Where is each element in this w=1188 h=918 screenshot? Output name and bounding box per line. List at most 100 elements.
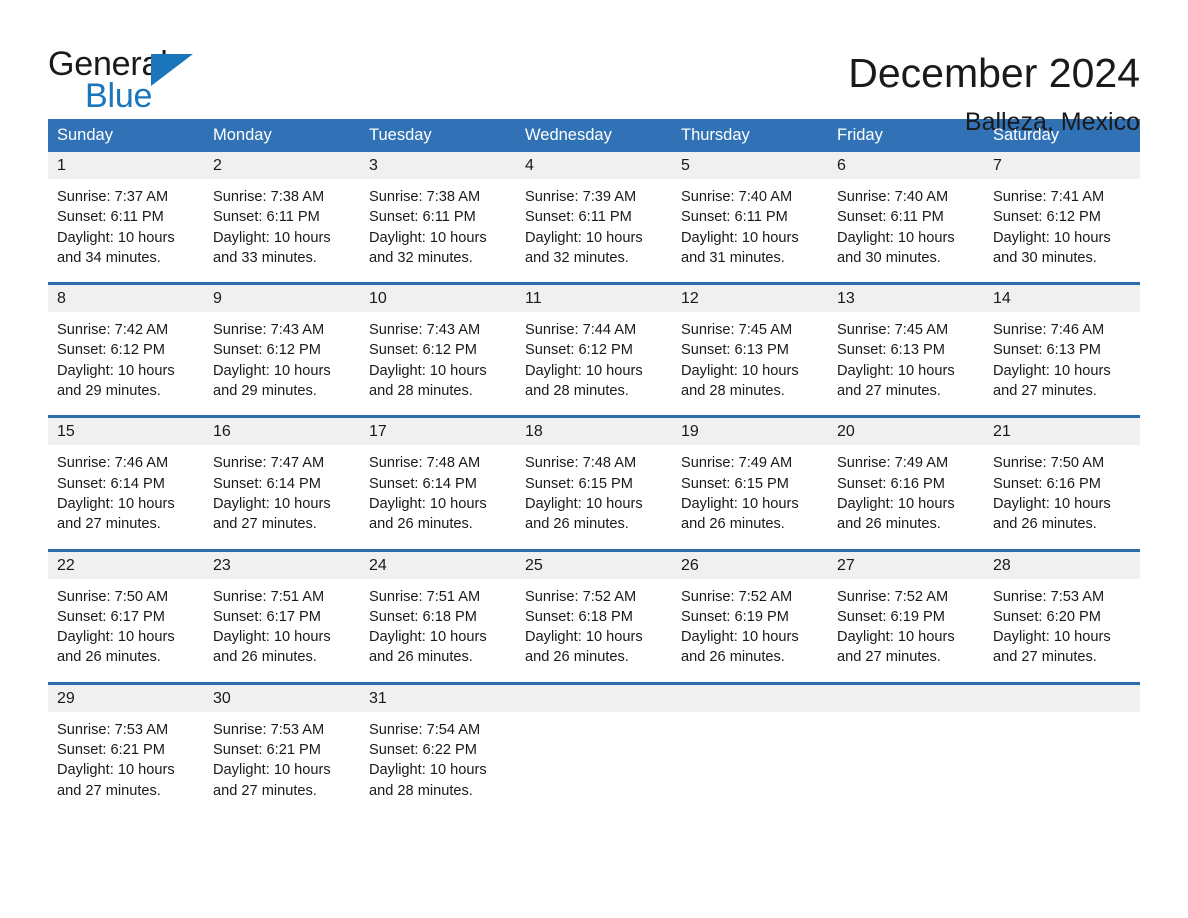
daylight-text-line2: and 32 minutes. — [525, 249, 629, 266]
sunrise-text: Sunrise: 7:52 AM — [681, 588, 793, 605]
day-details: Sunrise: 7:48 AM Sunset: 6:15 PM Daylight:… — [516, 445, 672, 534]
day-number-band: 2 — [204, 152, 360, 179]
calendar-day-cell[interactable]: 10 Sunrise: 7:43 AM Sunset: 6:12 PM Dayligh… — [360, 285, 516, 401]
calendar-day-cell[interactable]: 19 Sunrise: 7:49 AM Sunset: 6:15 PM Dayligh… — [672, 418, 828, 534]
day-number: 9 — [213, 290, 222, 308]
calendar-day-cell[interactable]: 11 Sunrise: 7:44 AM Sunset: 6:12 PM Dayligh… — [516, 285, 672, 401]
day-number-band: 14 — [984, 285, 1140, 313]
day-number-band: 21 — [984, 418, 1140, 446]
daylight-text-line2: and 27 minutes. — [837, 649, 941, 666]
day-number-band: 6 — [828, 152, 984, 179]
day-details: Sunrise: 7:49 AM Sunset: 6:15 PM Daylight:… — [672, 445, 828, 534]
day-details: Sunrise: 7:46 AM Sunset: 6:14 PM Daylight:… — [48, 445, 204, 534]
calendar-day-cell[interactable]: 28 Sunrise: 7:53 AM Sunset: 6:20 PM Dayligh… — [984, 551, 1140, 668]
calendar-day-cell[interactable]: 31 Sunrise: 7:54 AM Sunset: 6:22 PM Dayligh… — [360, 684, 516, 801]
calendar-day-cell[interactable]: 30 Sunrise: 7:53 AM Sunset: 6:21 PM Dayligh… — [204, 684, 360, 801]
calendar-day-cell[interactable]: 18 Sunrise: 7:48 AM Sunset: 6:15 PM Dayligh… — [516, 418, 672, 534]
calendar-day-cell[interactable]: 2 Sunrise: 7:38 AM Sunset: 6:11 PM Daylight… — [204, 152, 360, 268]
calendar-day-cell[interactable]: 22 Sunrise: 7:50 AM Sunset: 6:17 PM Dayligh… — [48, 551, 204, 668]
calendar-day-cell[interactable]: 13 Sunrise: 7:45 AM Sunset: 6:13 PM Dayligh… — [828, 285, 984, 401]
calendar-day-cell[interactable]: 17 Sunrise: 7:48 AM Sunset: 6:14 PM Dayligh… — [360, 418, 516, 534]
day-number-band: 7 — [984, 152, 1140, 179]
sunset-text: Sunset: 6:14 PM — [57, 475, 165, 492]
day-number: 28 — [993, 556, 1011, 574]
daylight-text-line1: Daylight: 10 hours — [993, 229, 1111, 246]
sunrise-text: Sunrise: 7:45 AM — [681, 322, 793, 339]
day-number: 23 — [213, 556, 231, 574]
day-number-band — [828, 684, 984, 712]
calendar-page: General Blue December 2024 Balleza, Mexi… — [0, 0, 1188, 918]
day-number-band: 30 — [204, 684, 360, 712]
calendar-day-cell[interactable]: 9 Sunrise: 7:43 AM Sunset: 6:12 PM Daylight… — [204, 285, 360, 401]
day-details: Sunrise: 7:40 AM Sunset: 6:11 PM Daylight:… — [828, 179, 984, 268]
daylight-text-line2: and 26 minutes. — [213, 649, 317, 666]
day-details: Sunrise: 7:53 AM Sunset: 6:21 PM Daylight:… — [48, 712, 204, 801]
calendar-day-cell[interactable]: 7 Sunrise: 7:41 AM Sunset: 6:12 PM Daylight… — [984, 152, 1140, 268]
calendar-day-cell[interactable]: 29 Sunrise: 7:53 AM Sunset: 6:21 PM Dayligh… — [48, 684, 204, 801]
calendar-day-cell[interactable]: 16 Sunrise: 7:47 AM Sunset: 6:14 PM Dayligh… — [204, 418, 360, 534]
calendar-day-cell[interactable]: 25 Sunrise: 7:52 AM Sunset: 6:18 PM Dayligh… — [516, 551, 672, 668]
day-number: 22 — [57, 556, 75, 574]
daylight-text-line2: and 26 minutes. — [525, 649, 629, 666]
day-details: Sunrise: 7:52 AM Sunset: 6:18 PM Daylight:… — [516, 579, 672, 668]
calendar-day-cell[interactable]: 5 Sunrise: 7:40 AM Sunset: 6:11 PM Daylight… — [672, 152, 828, 268]
day-number-band: 22 — [48, 551, 204, 579]
calendar-day-cell[interactable]: 4 Sunrise: 7:39 AM Sunset: 6:11 PM Daylight… — [516, 152, 672, 268]
sunset-text: Sunset: 6:21 PM — [213, 742, 321, 759]
calendar-day-cell[interactable]: 12 Sunrise: 7:45 AM Sunset: 6:13 PM Dayligh… — [672, 285, 828, 401]
day-number-band: 9 — [204, 285, 360, 313]
calendar-day-cell[interactable]: 1 Sunrise: 7:37 AM Sunset: 6:11 PM Daylight… — [48, 152, 204, 268]
calendar-day-cell[interactable]: 21 Sunrise: 7:50 AM Sunset: 6:16 PM Dayligh… — [984, 418, 1140, 534]
calendar-day-cell[interactable]: 6 Sunrise: 7:40 AM Sunset: 6:11 PM Daylight… — [828, 152, 984, 268]
sunrise-text: Sunrise: 7:53 AM — [57, 721, 169, 738]
calendar-day-cell[interactable]: 27 Sunrise: 7:52 AM Sunset: 6:19 PM Dayligh… — [828, 551, 984, 668]
day-details: Sunrise: 7:52 AM Sunset: 6:19 PM Daylight:… — [828, 579, 984, 668]
sunset-text: Sunset: 6:13 PM — [681, 342, 789, 359]
sunrise-text: Sunrise: 7:45 AM — [837, 322, 949, 339]
sunrise-text: Sunrise: 7:49 AM — [837, 455, 949, 472]
sunrise-text: Sunrise: 7:51 AM — [213, 588, 325, 605]
day-details: Sunrise: 7:44 AM Sunset: 6:12 PM Daylight:… — [516, 312, 672, 401]
day-number: 24 — [369, 556, 387, 574]
day-number-band: 29 — [48, 684, 204, 712]
daylight-text-line1: Daylight: 10 hours — [681, 229, 799, 246]
calendar-day-cell[interactable]: 8 Sunrise: 7:42 AM Sunset: 6:12 PM Daylight… — [48, 285, 204, 401]
daylight-text-line1: Daylight: 10 hours — [213, 362, 331, 379]
daylight-text-line1: Daylight: 10 hours — [369, 629, 487, 646]
daylight-text-line2: and 28 minutes. — [369, 782, 473, 799]
daylight-text-line2: and 30 minutes. — [837, 249, 941, 266]
sunrise-text: Sunrise: 7:54 AM — [369, 721, 481, 738]
day-number-band: 13 — [828, 285, 984, 313]
calendar-day-cell[interactable]: 3 Sunrise: 7:38 AM Sunset: 6:11 PM Daylight… — [360, 152, 516, 268]
generalblue-logo[interactable]: General Blue — [48, 46, 198, 114]
daylight-text-line1: Daylight: 10 hours — [993, 362, 1111, 379]
daylight-text-line1: Daylight: 10 hours — [525, 629, 643, 646]
daylight-text-line2: and 30 minutes. — [993, 249, 1097, 266]
day-number-band: 16 — [204, 418, 360, 446]
daylight-text-line2: and 27 minutes. — [837, 383, 941, 400]
calendar-day-cell[interactable]: 14 Sunrise: 7:46 AM Sunset: 6:13 PM Dayligh… — [984, 285, 1140, 401]
day-number-band: 26 — [672, 551, 828, 579]
calendar-day-cell[interactable]: 24 Sunrise: 7:51 AM Sunset: 6:18 PM Dayligh… — [360, 551, 516, 668]
sunrise-text: Sunrise: 7:40 AM — [681, 189, 793, 205]
day-details: Sunrise: 7:51 AM Sunset: 6:17 PM Daylight:… — [204, 579, 360, 668]
daylight-text-line2: and 29 minutes. — [57, 383, 161, 400]
day-number: 19 — [681, 423, 699, 441]
day-number: 29 — [57, 689, 75, 707]
day-details: Sunrise: 7:43 AM Sunset: 6:12 PM Daylight:… — [204, 312, 360, 401]
sunrise-text: Sunrise: 7:52 AM — [525, 588, 637, 605]
day-number: 27 — [837, 556, 855, 574]
sunset-text: Sunset: 6:11 PM — [837, 209, 944, 226]
day-number: 7 — [993, 157, 1002, 174]
daylight-text-line1: Daylight: 10 hours — [57, 362, 175, 379]
day-number-band: 11 — [516, 285, 672, 313]
sunset-text: Sunset: 6:17 PM — [213, 608, 321, 625]
calendar-day-cell-empty — [984, 684, 1140, 801]
calendar-day-cell[interactable]: 26 Sunrise: 7:52 AM Sunset: 6:19 PM Dayligh… — [672, 551, 828, 668]
sunset-text: Sunset: 6:22 PM — [369, 742, 477, 759]
calendar-day-cell[interactable]: 20 Sunrise: 7:49 AM Sunset: 6:16 PM Dayligh… — [828, 418, 984, 534]
sunset-text: Sunset: 6:19 PM — [837, 608, 945, 625]
calendar-day-cell[interactable]: 15 Sunrise: 7:46 AM Sunset: 6:14 PM Dayligh… — [48, 418, 204, 534]
calendar-day-cell[interactable]: 23 Sunrise: 7:51 AM Sunset: 6:17 PM Dayligh… — [204, 551, 360, 668]
daylight-text-line2: and 28 minutes. — [681, 383, 785, 400]
